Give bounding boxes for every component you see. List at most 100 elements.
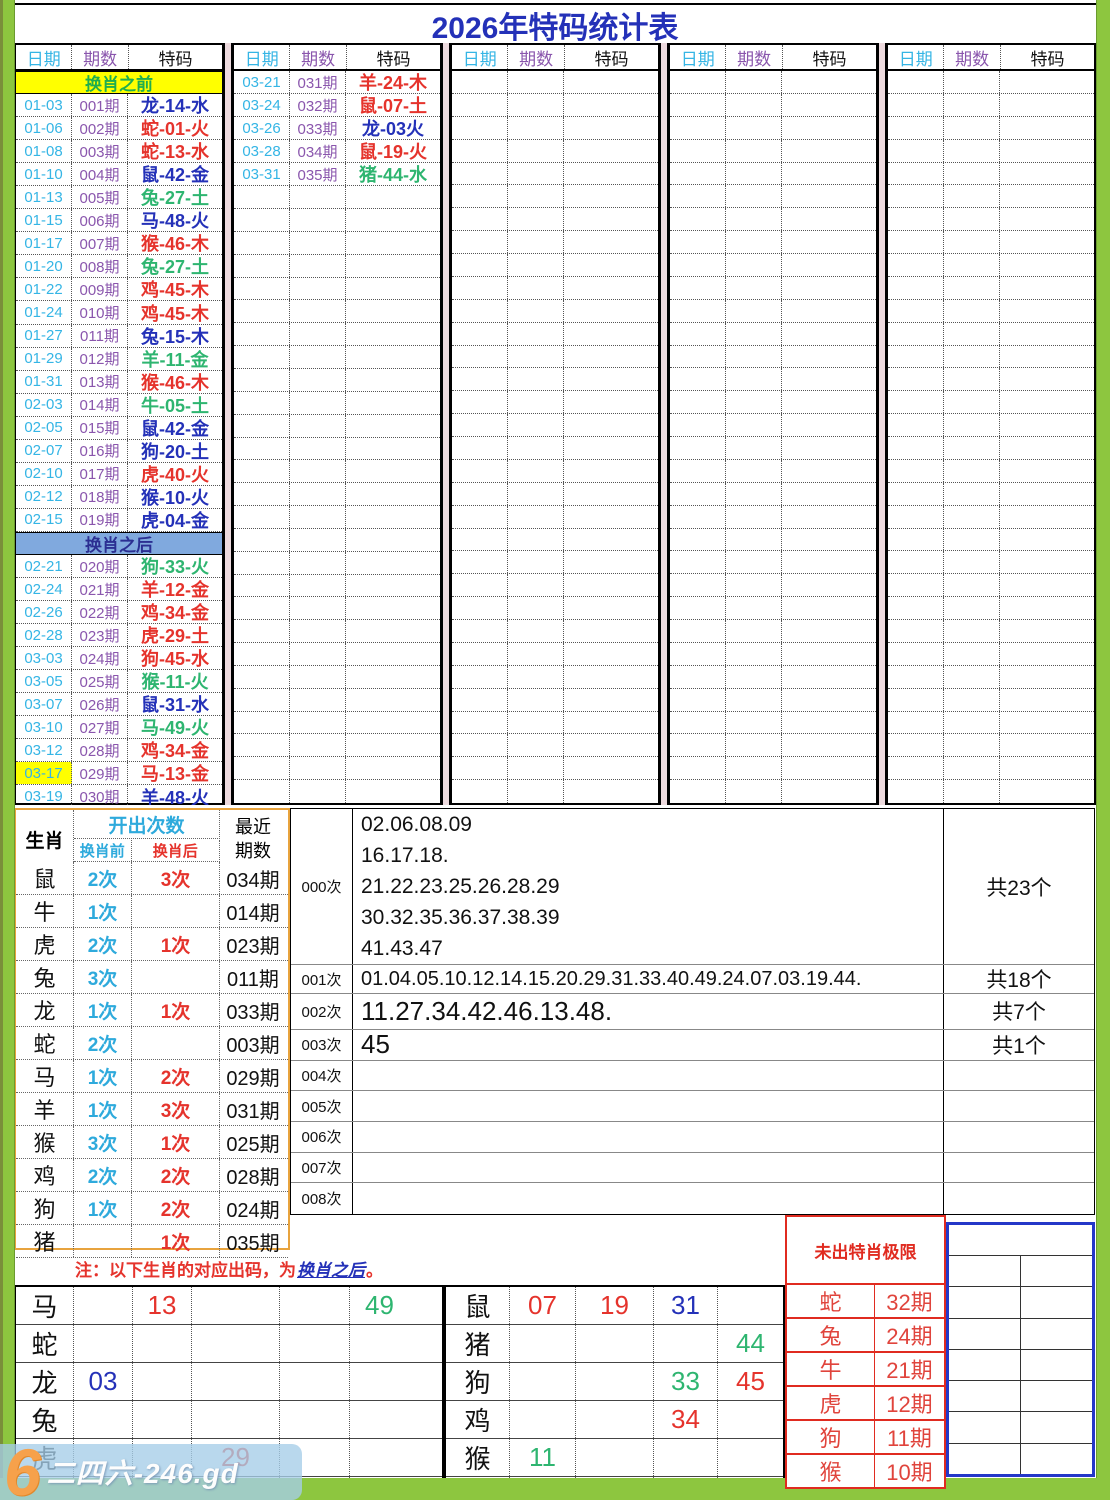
mapping-cell xyxy=(192,1287,280,1324)
period-cell xyxy=(726,231,782,253)
table-row xyxy=(670,506,876,529)
date-cell: 03-05 xyxy=(16,670,72,692)
period-cell xyxy=(508,277,564,299)
table-row xyxy=(670,757,876,780)
counts-total: 共1个 xyxy=(944,1030,1094,1060)
period-column-header: 期数 xyxy=(944,45,1000,69)
table-row xyxy=(670,300,876,323)
code-cell: 鸡-34-金 xyxy=(128,739,222,761)
table-row xyxy=(234,734,440,757)
date-cell xyxy=(452,323,508,345)
code-cell: 马-13-金 xyxy=(128,762,222,784)
period-cell xyxy=(726,620,782,642)
date-cell xyxy=(888,231,944,253)
period-cell xyxy=(944,231,1000,253)
code-cell xyxy=(1000,346,1094,368)
code-cell: 鸡-45-木 xyxy=(128,278,222,300)
date-cell xyxy=(452,483,508,505)
date-cell xyxy=(452,780,508,803)
limit-zodiac: 兔 xyxy=(787,1319,875,1351)
date-cell xyxy=(670,140,726,162)
stats-row: 蛇2次003期 xyxy=(16,1027,288,1060)
period-cell xyxy=(508,483,564,505)
date-cell: 03-10 xyxy=(16,716,72,738)
blue-grid-cell xyxy=(949,1350,1021,1380)
date-cell xyxy=(452,712,508,734)
stats-header-times: 开出次数 xyxy=(74,810,220,839)
code-cell xyxy=(1000,506,1094,528)
date-cell xyxy=(670,185,726,207)
period-cell xyxy=(726,254,782,276)
counts-total: 共23个 xyxy=(944,809,1094,964)
code-cell xyxy=(346,460,440,482)
period-cell xyxy=(944,368,1000,390)
period-cell: 002期 xyxy=(72,117,128,139)
code-cell xyxy=(782,414,876,436)
date-cell xyxy=(452,300,508,322)
period-cell xyxy=(290,346,346,368)
period-cell: 025期 xyxy=(72,670,128,692)
table-row: 01-20008期兔-27-土 xyxy=(16,255,222,278)
period-cell xyxy=(508,597,564,619)
date-cell xyxy=(452,185,508,207)
mapping-cell: 19 xyxy=(576,1287,654,1324)
code-cell xyxy=(782,140,876,162)
mapping-row: 蛇 xyxy=(16,1325,442,1363)
table-row xyxy=(670,117,876,140)
period-cell xyxy=(290,438,346,460)
period-cell xyxy=(290,255,346,277)
table-row xyxy=(452,300,658,323)
date-cell xyxy=(888,643,944,665)
stats-after-count: 1次 xyxy=(132,928,220,960)
mapping-zodiac: 兔 xyxy=(16,1401,74,1438)
period-cell xyxy=(726,551,782,573)
blue-grid-cell xyxy=(949,1444,1021,1474)
period-cell xyxy=(508,185,564,207)
code-cell xyxy=(346,483,440,505)
table-row xyxy=(234,255,440,278)
date-cell: 01-22 xyxy=(16,278,72,300)
blue-grid-cell xyxy=(949,1256,1021,1286)
blue-grid-cell xyxy=(949,1381,1021,1411)
period-cell xyxy=(508,391,564,413)
counts-total: 共18个 xyxy=(944,965,1094,993)
group-separator xyxy=(442,43,450,805)
code-cell: 狗-33-火 xyxy=(128,555,222,577)
date-cell: 02-24 xyxy=(16,578,72,600)
code-cell xyxy=(346,620,440,642)
code-cell xyxy=(782,597,876,619)
code-cell: 狗-45-水 xyxy=(128,647,222,669)
date-cell xyxy=(670,506,726,528)
table-row xyxy=(452,185,658,208)
counts-label: 004次 xyxy=(291,1061,353,1091)
code-cell xyxy=(346,392,440,414)
period-cell xyxy=(944,689,1000,711)
period-cell: 021期 xyxy=(72,578,128,600)
limit-row: 猴10期 xyxy=(787,1455,944,1487)
limit-periods: 21期 xyxy=(875,1353,944,1385)
period-cell xyxy=(508,574,564,596)
code-cell xyxy=(1000,300,1094,322)
period-cell xyxy=(944,529,1000,551)
table-row: 03-03024期狗-45-水 xyxy=(16,647,222,670)
date-cell xyxy=(888,620,944,642)
date-cell xyxy=(234,780,290,803)
code-cell xyxy=(346,689,440,711)
date-cell xyxy=(670,689,726,711)
date-cell xyxy=(234,232,290,254)
mapping-cell xyxy=(576,1325,654,1362)
table-row xyxy=(452,734,658,757)
code-cell: 猴-46-木 xyxy=(128,232,222,254)
counts-table: 000次02.06.08.0916.17.18.21.22.23.25.26.2… xyxy=(290,808,1095,1215)
date-cell xyxy=(670,757,726,779)
period-cell xyxy=(726,689,782,711)
code-cell xyxy=(564,185,658,207)
date-cell xyxy=(452,666,508,688)
date-cell: 01-17 xyxy=(16,232,72,254)
blue-grid-cell xyxy=(949,1319,1021,1349)
note-link[interactable]: 换肖之后 xyxy=(297,1256,365,1281)
date-cell: 02-07 xyxy=(16,440,72,462)
date-cell xyxy=(888,71,944,93)
code-cell xyxy=(564,277,658,299)
page-title: 2026年特码统计表 xyxy=(14,3,1096,44)
